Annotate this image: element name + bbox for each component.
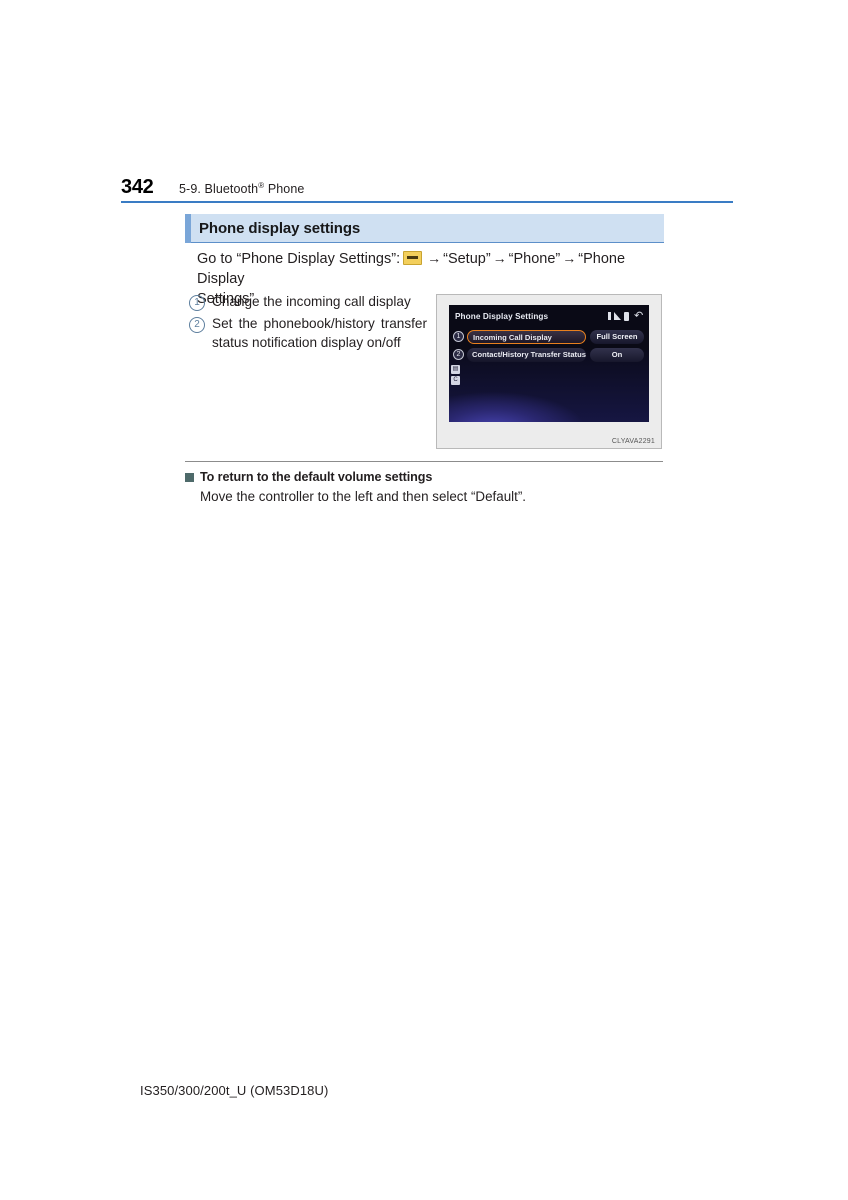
callout-text-2: Set the phonebook/history transfer statu… [212, 316, 427, 350]
side-tab-contacts-icon[interactable]: C [451, 376, 460, 385]
table-row[interactable]: 2 Contact/History Transfer Status On [449, 347, 649, 362]
incoming-call-display-value[interactable]: Full Screen [590, 329, 644, 344]
row-callout-badge-1: 1 [453, 331, 464, 342]
callout-list: 1 Change the incoming call display 2 Set… [189, 292, 429, 355]
path-arrow-1: → [427, 250, 442, 266]
signal-icon [613, 312, 621, 320]
page-header: 342 5-9. Bluetooth® Phone [121, 176, 733, 202]
note-heading-text: To return to the default volume settings [200, 470, 433, 484]
screen-figure: Phone Display Settings ↷ 1 Incoming Call… [436, 294, 662, 449]
menu-button-icon [403, 251, 423, 265]
note-section: To return to the default volume settings… [185, 470, 663, 504]
path-step-phone: “Phone” [508, 251, 561, 267]
callout-number-1: 1 [189, 295, 205, 311]
section-title-bar: Phone display settings [185, 213, 664, 243]
callout-text-1: Change the incoming call display [212, 294, 411, 309]
chapter-suffix: Phone [267, 182, 305, 196]
screen-header: Phone Display Settings ↷ [449, 305, 649, 327]
note-body-text: Move the controller to the left and then… [200, 489, 527, 504]
table-row[interactable]: 1 Incoming Call Display Full Screen [449, 329, 649, 344]
square-bullet-icon [185, 472, 194, 482]
chapter-prefix: 5-9. Bluetooth [179, 182, 259, 196]
back-icon[interactable]: ↷ [634, 310, 643, 322]
phone-icon [623, 311, 629, 321]
note-divider [185, 461, 663, 462]
head-unit-screen: Phone Display Settings ↷ 1 Incoming Call… [449, 305, 649, 422]
goto-lead-text: Go to “Phone Display Settings”: [197, 251, 401, 267]
screen-side-tabs: ▤ C [451, 365, 460, 387]
screen-title: Phone Display Settings [455, 311, 549, 321]
row-callout-badge-2: 2 [453, 349, 464, 360]
figure-code: CLYAVA2291 [611, 438, 655, 445]
section-title: Phone display settings [199, 219, 361, 237]
path-arrow-2: → [492, 250, 507, 266]
status-icon-group: ↷ [607, 310, 643, 322]
note-heading: To return to the default volume settings [185, 470, 663, 484]
path-arrow-3: → [562, 250, 577, 266]
side-tab-keypad-icon[interactable]: ▤ [451, 365, 460, 374]
contact-history-transfer-status-value[interactable]: On [590, 347, 644, 362]
list-item: 2 Set the phonebook/history transfer sta… [189, 314, 429, 352]
callout-number-2: 2 [189, 317, 205, 333]
registered-mark-icon: ® [258, 180, 265, 190]
header-rule [121, 201, 733, 203]
incoming-call-display-label[interactable]: Incoming Call Display [467, 329, 586, 344]
chapter-title: 5-9. Bluetooth® Phone [179, 181, 304, 196]
screen-settings-rows: 1 Incoming Call Display Full Screen 2 Co… [449, 329, 649, 365]
page-number: 342 [121, 176, 154, 198]
list-item: 1 Change the incoming call display [189, 292, 429, 311]
contact-history-transfer-status-label[interactable]: Contact/History Transfer Status [467, 347, 586, 362]
path-step-setup: “Setup” [443, 251, 491, 267]
footer-text: IS350/300/200t_U (OM53D18U) [140, 1083, 329, 1098]
battery-icon [607, 312, 611, 320]
